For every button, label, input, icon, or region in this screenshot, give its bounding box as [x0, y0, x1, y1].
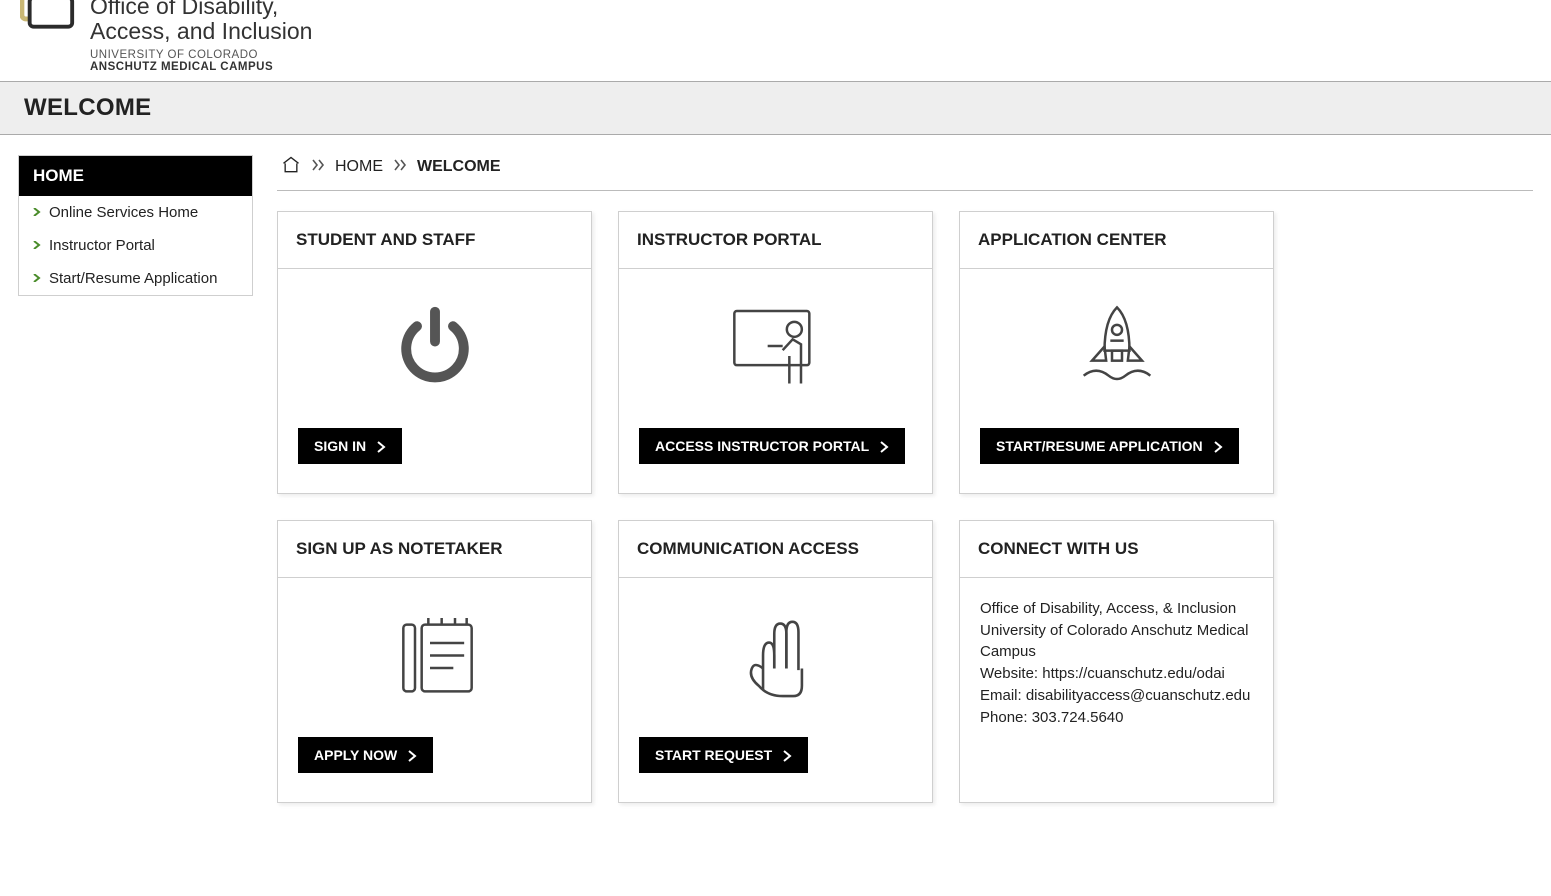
apply-now-button[interactable]: APPLY NOW: [298, 737, 433, 773]
chevron-double-right-icon: [393, 158, 407, 176]
sidebar-heading: HOME: [19, 156, 252, 196]
chevron-right-icon: [879, 440, 889, 452]
sidebar-item-instructor-portal[interactable]: Instructor Portal: [19, 229, 252, 262]
dept-title-line1: Office of Disability,: [90, 0, 312, 19]
page-title-bar: WELCOME: [0, 81, 1551, 135]
dept-title-line2: Access, and Inclusion: [90, 19, 312, 44]
contact-phone-value: 303.724.5640: [1032, 709, 1124, 726]
sidebar-item-online-services-home[interactable]: Online Services Home: [19, 196, 252, 229]
university-name: UNIVERSITY OF COLORADO: [90, 49, 312, 61]
sidebar-nav: HOME Online Services Home Instructor Por…: [18, 155, 253, 296]
instructor-teaching-icon: [639, 289, 912, 404]
sidebar-item-label: Start/Resume Application: [49, 270, 217, 287]
breadcrumb-current: WELCOME: [417, 158, 501, 176]
card-communication-access: COMMUNICATION ACCESS START REQUEST: [618, 520, 933, 803]
button-label: START/RESUME APPLICATION: [996, 438, 1203, 454]
card-connect-with-us: CONNECT WITH US Office of Disability, Ac…: [959, 520, 1274, 803]
card-instructor-portal: INSTRUCTOR PORTAL ACCESS INSTRUCTOR PORT…: [618, 211, 933, 494]
breadcrumb: HOME WELCOME: [277, 155, 1533, 191]
chevron-double-right-icon: [311, 158, 325, 176]
card-title: COMMUNICATION ACCESS: [619, 521, 932, 578]
button-label: START REQUEST: [655, 747, 772, 763]
access-instructor-portal-button[interactable]: ACCESS INSTRUCTOR PORTAL: [639, 428, 905, 464]
contact-phone-label: Phone:: [980, 709, 1032, 726]
button-label: SIGN IN: [314, 438, 366, 454]
card-title: CONNECT WITH US: [960, 521, 1273, 578]
button-label: ACCESS INSTRUCTOR PORTAL: [655, 438, 869, 454]
power-icon: [298, 289, 571, 404]
chevron-right-icon: [33, 274, 41, 282]
page-title: WELCOME: [24, 94, 1527, 122]
chevron-right-icon: [376, 440, 386, 452]
start-request-button[interactable]: START REQUEST: [639, 737, 808, 773]
card-title: INSTRUCTOR PORTAL: [619, 212, 932, 269]
card-application-center: APPLICATION CENTER: [959, 211, 1274, 494]
card-title: APPLICATION CENTER: [960, 212, 1273, 269]
sidebar-item-label: Online Services Home: [49, 204, 198, 221]
start-resume-application-button[interactable]: START/RESUME APPLICATION: [980, 428, 1239, 464]
sidebar-item-label: Instructor Portal: [49, 237, 155, 254]
card-title: STUDENT AND STAFF: [278, 212, 591, 269]
home-icon[interactable]: [281, 155, 301, 180]
rocket-icon: [980, 289, 1253, 404]
cu-logo-icon: [20, 0, 78, 37]
button-label: APPLY NOW: [314, 747, 397, 763]
contact-website-link[interactable]: https://cuanschutz.edu/odai: [1042, 665, 1225, 682]
contact-email-link[interactable]: disabilityaccess@cuanschutz.edu: [1026, 687, 1251, 704]
chevron-right-icon: [782, 749, 792, 761]
campus-name: ANSCHUTZ MEDICAL CAMPUS: [90, 61, 312, 73]
contact-info: Office of Disability, Access, & Inclusio…: [980, 598, 1253, 729]
chevron-right-icon: [33, 208, 41, 216]
sidebar-item-start-resume-application[interactable]: Start/Resume Application: [19, 262, 252, 295]
contact-campus: University of Colorado Anschutz Medical …: [980, 620, 1253, 662]
chevron-right-icon: [407, 749, 417, 761]
sign-in-button[interactable]: SIGN IN: [298, 428, 402, 464]
chevron-right-icon: [1213, 440, 1223, 452]
notepad-icon: [298, 598, 571, 713]
breadcrumb-home-link[interactable]: HOME: [335, 158, 383, 176]
card-student-and-staff: STUDENT AND STAFF SIGN IN: [277, 211, 592, 494]
contact-email-label: Email:: [980, 687, 1026, 704]
card-sign-up-notetaker: SIGN UP AS NOTETAKER: [277, 520, 592, 803]
contact-website-label: Website:: [980, 665, 1042, 682]
contact-org: Office of Disability, Access, & Inclusio…: [980, 598, 1253, 619]
site-header: Office of Disability, Access, and Inclus…: [0, 0, 1551, 81]
sign-language-hand-icon: [639, 598, 912, 713]
chevron-right-icon: [33, 241, 41, 249]
card-title: SIGN UP AS NOTETAKER: [278, 521, 591, 578]
